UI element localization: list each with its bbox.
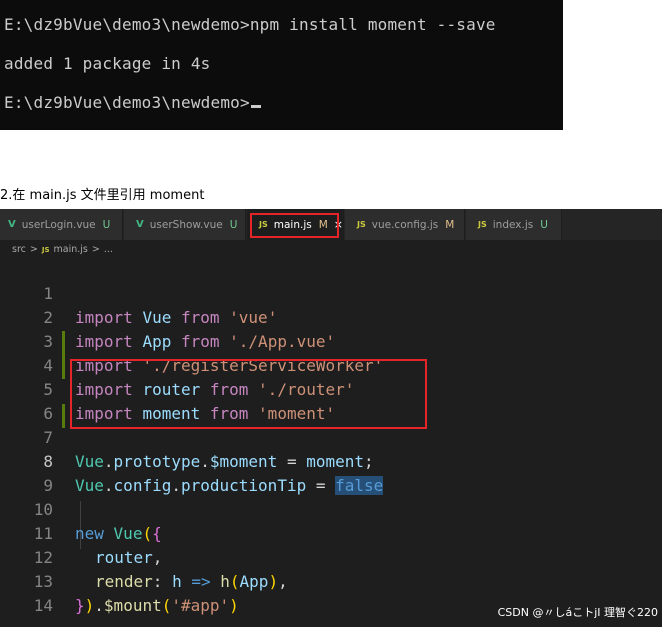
terminal-output-line: added 1 package in 4s: [4, 54, 211, 73]
terminal-cursor: [250, 105, 261, 108]
js-file-icon: JS: [357, 220, 366, 229]
breadcrumb-file[interactable]: main.js: [54, 244, 88, 255]
active-tab-highlight-box: [250, 213, 339, 238]
git-status-badge: M: [445, 218, 455, 231]
js-file-icon: JS: [41, 245, 50, 254]
code-line: 13 }).$mount('#app'): [0, 546, 662, 615]
vue-file-icon: V: [8, 219, 16, 230]
chevron-right-icon: >: [29, 244, 38, 255]
git-status-badge: U: [540, 218, 548, 231]
tab-vue-config-js[interactable]: JS vue.config.js M: [345, 209, 465, 240]
code-line: 10 new Vue({: [0, 474, 662, 543]
code-line: 11 router,: [0, 498, 662, 567]
code-line: 1 import Vue from 'vue': [0, 258, 662, 327]
tab-label: index.js: [492, 218, 534, 231]
code-line: 2 import App from './App.vue': [0, 282, 662, 351]
tab-label: userShow.vue: [149, 218, 223, 231]
terminal-window: E:\dz9bVue\demo3\newdemo>npm install mom…: [0, 0, 563, 130]
code-line: 14: [0, 570, 662, 615]
step-caption: 2.在 main.js 文件里引用 moment: [0, 188, 205, 203]
line-number: 14: [33, 596, 53, 615]
code-line: 3 import './registerServiceWorker': [0, 306, 662, 375]
terminal-command-line: E:\dz9bVue\demo3\newdemo>npm install mom…: [4, 15, 496, 34]
chevron-right-icon: >: [91, 244, 100, 255]
terminal-prompt-line[interactable]: E:\dz9bVue\demo3\newdemo>: [4, 93, 261, 112]
code-editor: V userLogin.vue U V userShow.vue U JS ma…: [0, 209, 662, 627]
tab-label: vue.config.js: [371, 218, 439, 231]
csdn-watermark: CSDN @〃しáこトjI 理智ぐ220: [497, 606, 658, 619]
git-status-badge: U: [102, 218, 111, 231]
terminal-prompt-text: E:\dz9bVue\demo3\newdemo>: [4, 93, 250, 112]
code-line: 4 import router from './router': [0, 330, 662, 399]
tab-index-js[interactable]: JS index.js U: [466, 209, 562, 240]
code-line: 12 render: h => h(App),: [0, 522, 662, 591]
js-file-icon: JS: [478, 220, 487, 229]
code-line: 8 Vue.config.productionTip = false: [0, 426, 662, 495]
tab-userlogin-vue[interactable]: V userLogin.vue U: [0, 209, 123, 240]
tab-usershow-vue[interactable]: V userShow.vue U: [124, 209, 246, 240]
code-line: 9: [0, 450, 662, 495]
breadcrumb-symbols[interactable]: ...: [104, 244, 113, 255]
code-highlight-box: [70, 359, 427, 429]
vue-file-icon: V: [136, 219, 144, 230]
git-status-badge: U: [229, 218, 238, 231]
tab-label: userLogin.vue: [21, 218, 96, 231]
breadcrumb-folder[interactable]: src: [12, 244, 26, 255]
breadcrumb: src > JS main.js > ...: [12, 242, 113, 257]
